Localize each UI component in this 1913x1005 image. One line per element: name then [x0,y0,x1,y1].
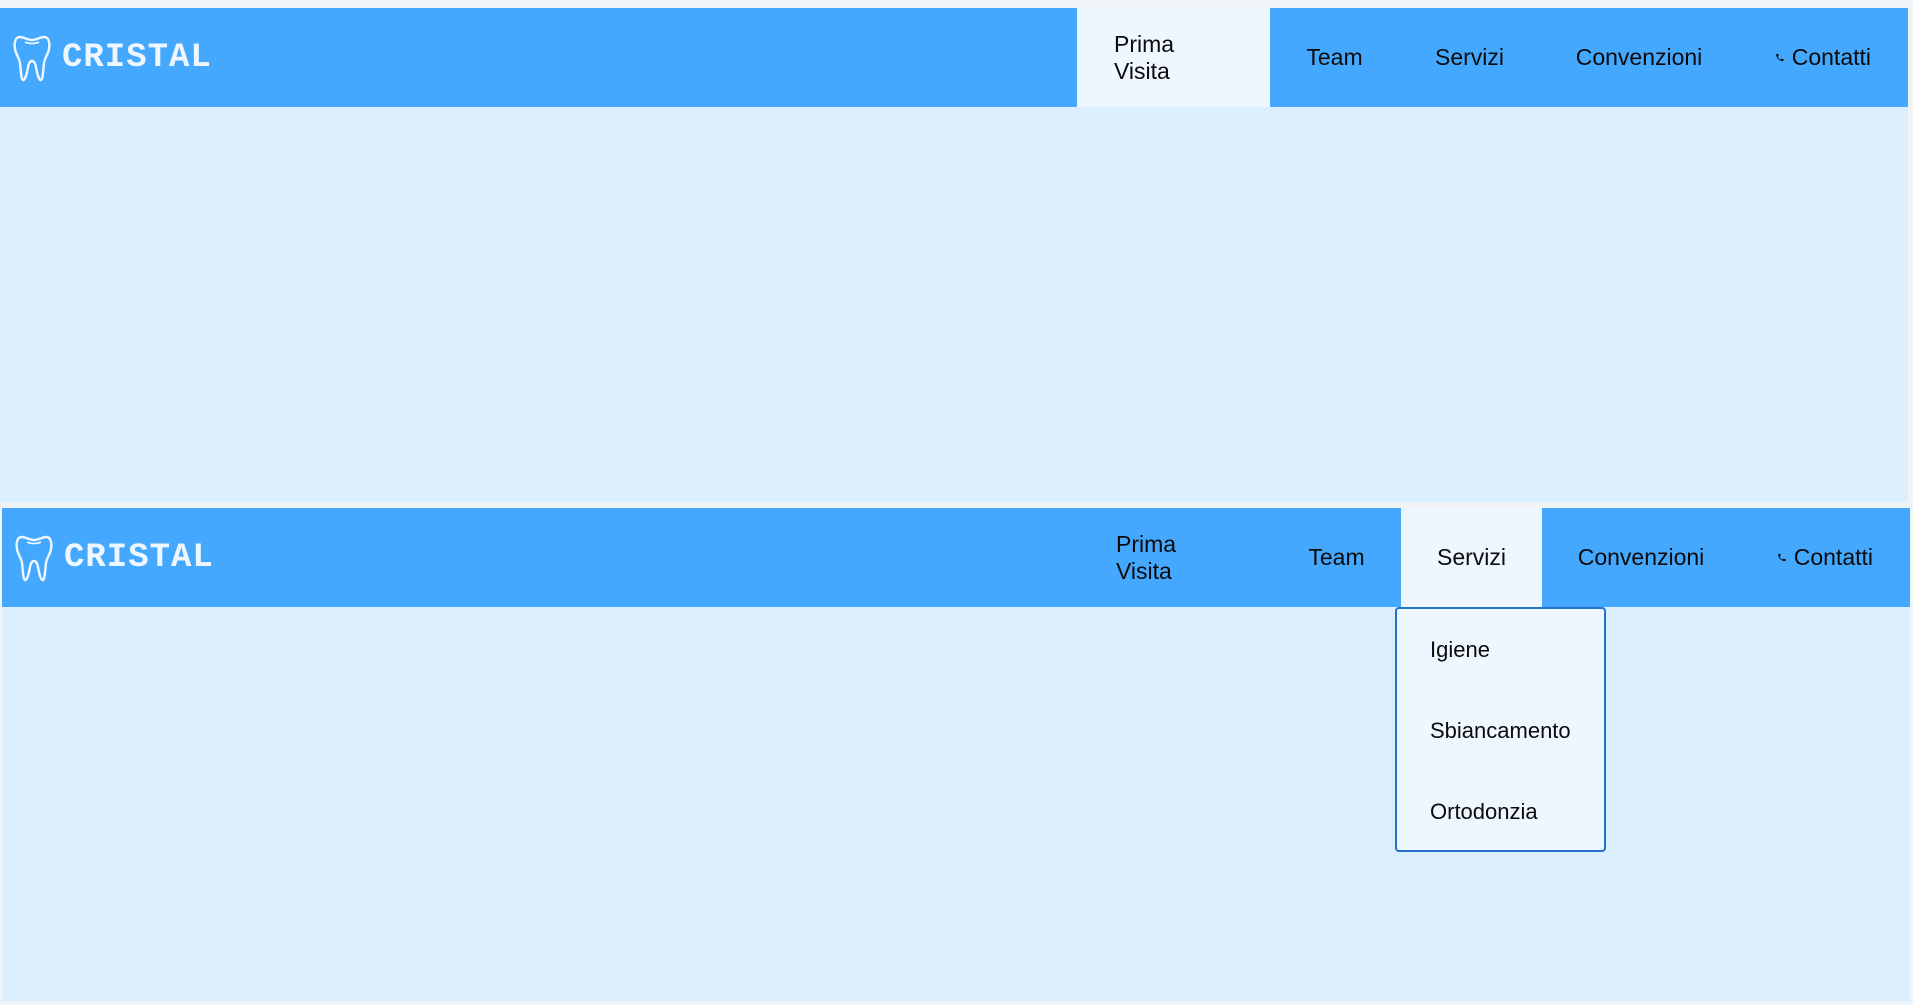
phone-icon [1776,53,1784,62]
dropdown-item-label: Sbiancamento [1430,717,1571,743]
tooth-icon [13,35,51,82]
servizi-dropdown-menu: Igiene Sbiancamento Ortodonzia [1395,607,1606,852]
dropdown-item-label: Igiene [1430,636,1490,662]
page-view-servizi-dropdown: CRISTAL Prima Visita Team Servizi Conven… [2,508,1910,1002]
nav-item-prima-visita[interactable]: Prima Visita [1077,8,1270,107]
tooth-icon [15,535,53,582]
nav-item-label: Prima Visita [1116,530,1177,584]
phone-icon [1778,553,1786,562]
nav-menu: Prima Visita Team Servizi Convenzioni Co… [1079,508,1910,607]
nav-item-label: Team [1306,44,1363,70]
nav-item-team[interactable]: Team [1270,8,1399,107]
brand-logo[interactable]: CRISTAL [12,30,212,86]
brand-name: CRISTAL [62,39,212,77]
dropdown-item-ortodonzia[interactable]: Ortodonzia [1397,771,1604,852]
nav-item-label: Contatti [1791,44,1871,70]
nav-item-label: Team [1308,544,1365,570]
nav-item-contatti[interactable]: Contatti [1740,508,1910,607]
nav-item-servizi[interactable]: Servizi [1399,8,1540,107]
dropdown-item-igiene[interactable]: Igiene [1397,609,1604,690]
nav-item-team[interactable]: Team [1272,508,1401,607]
nav-item-label: Servizi [1437,544,1507,570]
brand-logo[interactable]: CRISTAL [14,530,214,586]
nav-item-prima-visita[interactable]: Prima Visita [1079,508,1272,607]
dropdown-item-sbiancamento[interactable]: Sbiancamento [1397,690,1604,771]
brand-name: CRISTAL [64,539,214,577]
nav-item-contatti[interactable]: Contatti [1738,8,1908,107]
nav-menu: Prima Visita Team Servizi Convenzioni Co… [1077,8,1908,107]
nav-item-convenzioni[interactable]: Convenzioni [1540,8,1738,107]
nav-item-convenzioni[interactable]: Convenzioni [1542,508,1740,607]
nav-item-label: Contatti [1793,544,1873,570]
nav-item-label: Convenzioni [1575,44,1703,70]
navbar: CRISTAL Prima Visita Team Servizi Conven… [2,508,1910,607]
navbar: CRISTAL Prima Visita Team Servizi Conven… [0,8,1908,107]
nav-item-label: Prima Visita [1114,30,1175,84]
nav-item-servizi[interactable]: Servizi [1401,508,1542,607]
nav-item-label: Servizi [1435,44,1505,70]
nav-item-label: Convenzioni [1577,544,1705,570]
dropdown-item-label: Ortodonzia [1430,798,1538,824]
page-view-prima-visita: CRISTAL Prima Visita Team Servizi Conven… [0,8,1908,502]
